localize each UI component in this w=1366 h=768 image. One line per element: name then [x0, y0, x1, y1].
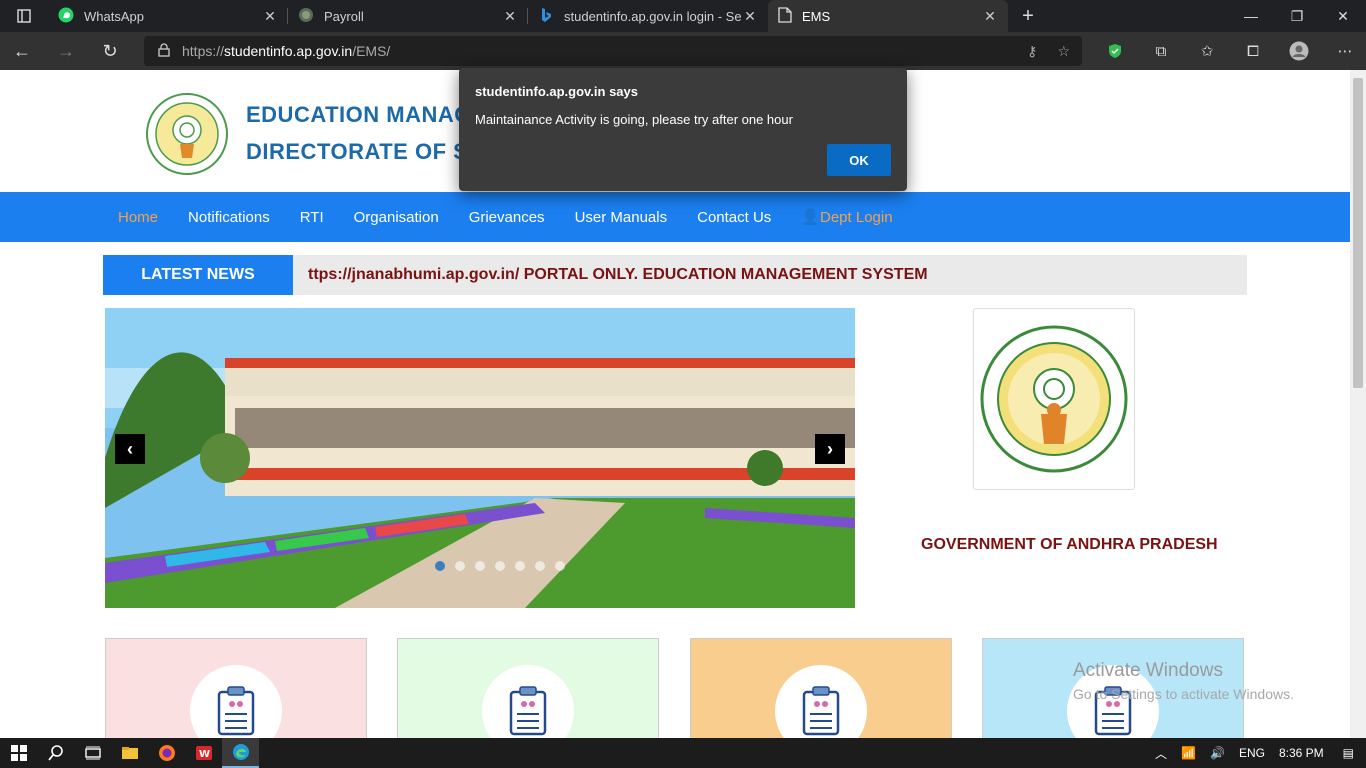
language-indicator[interactable]: ENG	[1232, 746, 1272, 760]
system-tray: ︿ 📶 🔊 ENG 8:36 PM ▤	[1148, 738, 1366, 768]
nav-contact-us[interactable]: Contact Us	[697, 209, 771, 226]
carousel-dot[interactable]	[455, 561, 465, 571]
notifications-icon[interactable]: ▤	[1331, 746, 1366, 760]
payroll-icon	[298, 7, 314, 26]
page-icon	[778, 6, 792, 26]
dialog-title: studentinfo.ap.gov.in says	[475, 84, 639, 99]
close-tab-icon[interactable]: ✕	[502, 8, 518, 25]
carousel-prev-button[interactable]: ‹	[115, 434, 145, 464]
profile-avatar-icon[interactable]	[1276, 41, 1322, 61]
tab-title: studentinfo.ap.gov.in login - Sea	[564, 8, 742, 24]
tab-bing-search[interactable]: studentinfo.ap.gov.in login - Sea ✕	[528, 0, 768, 32]
close-tab-icon[interactable]: ✕	[742, 8, 758, 25]
whatsapp-icon	[58, 7, 74, 26]
activate-windows-title: Activate Windows	[1073, 660, 1223, 681]
latest-news-label: LATEST NEWS	[103, 255, 293, 295]
favorites-icon[interactable]: ✩	[1184, 42, 1230, 60]
government-label: GOVERNMENT OF ANDHRA PRADESH	[921, 536, 1218, 553]
clipboard-icon	[190, 665, 282, 738]
nav-grievances[interactable]: Grievances	[469, 209, 545, 226]
volume-icon[interactable]: 🔊	[1203, 746, 1232, 760]
dialog-message: Maintainance Activity is going, please t…	[475, 112, 793, 127]
clipboard-icon	[482, 665, 574, 738]
refresh-icon[interactable]: ↻	[88, 41, 132, 62]
tab-payroll[interactable]: Payroll ✕	[288, 0, 528, 32]
search-icon[interactable]	[37, 738, 74, 768]
main-nav: Home Notifications RTI Organisation Grie…	[0, 192, 1350, 242]
activate-windows-subtitle: Go to Settings to activate Windows.	[1073, 686, 1294, 702]
window-controls: — ❐ ✕	[1228, 0, 1366, 32]
close-tab-icon[interactable]: ✕	[982, 8, 998, 25]
chevron-up-icon[interactable]: ︿	[1148, 745, 1174, 762]
shield-extension-icon[interactable]	[1092, 43, 1138, 59]
alert-dialog: studentinfo.ap.gov.in says Maintainance …	[459, 68, 907, 191]
carousel-dot[interactable]	[435, 561, 445, 571]
clock[interactable]: 8:36 PM	[1272, 746, 1331, 760]
windows-taskbar: W ︿ 📶 🔊 ENG 8:36 PM ▤	[0, 738, 1366, 768]
carousel-dot[interactable]	[475, 561, 485, 571]
collections-icon[interactable]: ⧠	[1230, 43, 1276, 60]
scrollbar-thumb[interactable]	[1353, 78, 1363, 388]
service-card-3[interactable]	[690, 638, 952, 738]
carousel-dot[interactable]	[495, 561, 505, 571]
nav-organisation[interactable]: Organisation	[354, 209, 439, 226]
bing-icon	[538, 7, 554, 26]
page-scrollbar[interactable]	[1350, 70, 1366, 738]
key-icon[interactable]: ⚷	[1027, 43, 1037, 60]
news-ticker: LATEST NEWS ttps://jnanabhumi.ap.gov.in/…	[103, 255, 1247, 295]
restore-icon[interactable]: ❐	[1274, 0, 1320, 32]
carousel-dot[interactable]	[535, 561, 545, 571]
browser-tab-strip: WhatsApp ✕ Payroll ✕ studentinfo.ap.gov.…	[0, 0, 1366, 32]
tab-actions-menu-icon[interactable]	[0, 0, 48, 32]
state-emblem	[973, 308, 1135, 490]
url-text: https://studentinfo.ap.gov.in/EMS/	[182, 43, 391, 59]
carousel-next-button[interactable]: ›	[815, 434, 845, 464]
tab-ems[interactable]: EMS ✕	[768, 0, 1008, 32]
task-view-icon[interactable]	[74, 738, 111, 768]
lock-icon	[158, 42, 170, 60]
close-window-icon[interactable]: ✕	[1320, 0, 1366, 32]
back-icon[interactable]: ←	[0, 41, 44, 62]
image-carousel: ‹ ›	[105, 308, 855, 608]
start-windows-icon[interactable]	[0, 738, 37, 768]
browser-toolbar: ← → ↻ https://studentinfo.ap.gov.in/EMS/…	[0, 32, 1366, 70]
news-text[interactable]: ttps://jnanabhumi.ap.gov.in/ PORTAL ONLY…	[308, 255, 928, 295]
carousel-dot[interactable]	[515, 561, 525, 571]
svg-text:W: W	[199, 749, 210, 760]
user-icon: 👤	[801, 209, 820, 226]
carousel-dot[interactable]	[555, 561, 565, 571]
nav-user-manuals[interactable]: User Manuals	[575, 209, 668, 226]
tab-title: EMS	[802, 8, 831, 24]
site-title: EDUCATION MANAG DIRECTORATE OF SC	[246, 102, 485, 164]
minimize-icon[interactable]: —	[1228, 0, 1274, 32]
tab-whatsapp[interactable]: WhatsApp ✕	[48, 0, 288, 32]
wps-office-icon[interactable]: W	[185, 738, 222, 768]
service-card-2[interactable]	[397, 638, 659, 738]
extensions-icon[interactable]: ⧉	[1138, 43, 1184, 60]
firefox-icon[interactable]	[148, 738, 185, 768]
new-tab-icon[interactable]: +	[1008, 0, 1048, 32]
nav-home[interactable]: Home	[118, 209, 158, 226]
tab-title: WhatsApp	[84, 8, 144, 24]
address-bar[interactable]: https://studentinfo.ap.gov.in/EMS/ ⚷ ☆	[144, 36, 1082, 66]
tab-title: Payroll	[324, 8, 364, 24]
ok-button[interactable]: OK	[827, 144, 891, 176]
nav-notifications[interactable]: Notifications	[188, 209, 270, 226]
edge-browser-icon[interactable]	[222, 738, 259, 768]
forward-icon[interactable]: →	[44, 41, 88, 62]
service-card-1[interactable]	[105, 638, 367, 738]
carousel-indicators	[435, 561, 565, 571]
nav-rti[interactable]: RTI	[300, 209, 324, 226]
nav-dept-login[interactable]: 👤Dept Login	[801, 208, 892, 226]
ap-emblem-logo	[146, 90, 228, 178]
file-explorer-icon[interactable]	[111, 738, 148, 768]
settings-more-icon[interactable]: ⋯	[1322, 42, 1366, 60]
clipboard-icon	[775, 665, 867, 738]
add-favorite-icon[interactable]: ☆	[1057, 43, 1070, 60]
wifi-icon[interactable]: 📶	[1174, 746, 1203, 760]
close-tab-icon[interactable]: ✕	[262, 8, 278, 25]
